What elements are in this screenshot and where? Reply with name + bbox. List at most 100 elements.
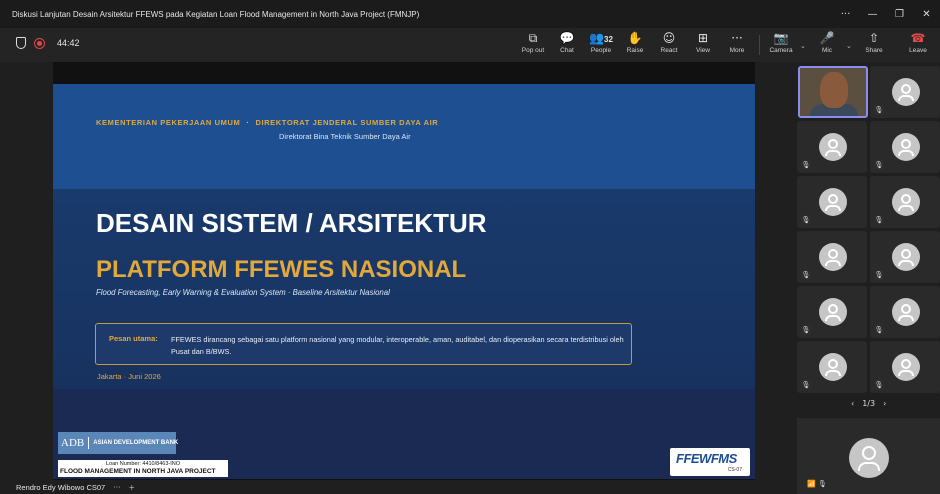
toolbar-divider: [759, 35, 760, 55]
mic-off-icon: 🎙: [801, 380, 811, 390]
add-icon[interactable]: +: [129, 483, 135, 492]
mic-off-icon: 🎙: [817, 480, 827, 488]
camera-button[interactable]: 📷 Camera: [764, 30, 798, 60]
mic-off-icon: 🎙: [801, 215, 811, 225]
avatar-icon: [819, 243, 847, 271]
logo-text: FFEWFMS: [676, 451, 737, 466]
shared-content: KEMENTERIAN PEKERJAAN UMUM · DIREKTORAT JE…: [53, 62, 755, 480]
participant-tile[interactable]: 🎙: [870, 66, 940, 118]
mic-button[interactable]: 🎤 Mic: [810, 30, 844, 60]
logo-subtext: CS-07: [727, 467, 742, 473]
signal-glyph: 📶: [807, 480, 816, 488]
meeting-timer: 44:42: [57, 38, 80, 48]
participant-tile[interactable]: 🎙: [797, 231, 867, 283]
popout-icon: ⧉: [528, 31, 538, 45]
mic-off-icon: 🎙: [874, 380, 884, 390]
avatar-icon: [892, 78, 920, 106]
presentation-slide: KEMENTERIAN PEKERJAAN UMUM · DIREKTORAT JE…: [53, 84, 755, 479]
presenter-options-icon[interactable]: ···: [113, 483, 120, 492]
more-label: More: [729, 47, 745, 54]
mic-off-icon: 🎙: [874, 160, 884, 170]
react-label: React: [660, 47, 678, 54]
adb-logo: ADB ASIAN DEVELOPMENT BANK: [58, 432, 179, 454]
participant-tile[interactable]: 🎙: [797, 286, 867, 338]
meeting-title: Diskusi Lanjutan Desain Arsitektur FFEWS…: [12, 9, 420, 19]
window-controls: ··· — ❐ ✕: [832, 0, 940, 28]
close-button[interactable]: ✕: [913, 9, 940, 20]
popout-button[interactable]: ⧉ Pop out: [516, 30, 550, 60]
participant-tile[interactable]: 🎙: [797, 121, 867, 173]
place-date: Jakarta · Juni 2026: [97, 372, 161, 381]
restore-button[interactable]: ❐: [886, 9, 913, 20]
people-icon: 👥32: [589, 30, 613, 47]
mic-off-icon: 🎙: [801, 325, 811, 335]
participant-tile-video[interactable]: [798, 66, 868, 118]
share-label: Share: [865, 47, 883, 54]
smile-icon: ☺: [662, 31, 676, 45]
view-button[interactable]: ⊞ View: [686, 30, 720, 60]
project-name: FLOOD MANAGEMENT IN NORTH JAVA PROJECT: [60, 468, 216, 475]
mic-off-icon: 🎙: [874, 325, 884, 335]
leave-label: Leave: [909, 47, 927, 54]
participant-tile[interactable]: 🎙: [870, 121, 940, 173]
people-count: 32: [604, 35, 613, 44]
signal-icon: 📶 🎙: [807, 480, 827, 488]
leave-button[interactable]: ☎ Leave: [901, 30, 935, 60]
participant-tile[interactable]: 🎙: [870, 286, 940, 338]
more-options-icon[interactable]: ···: [832, 9, 859, 20]
participant-face: [820, 72, 848, 108]
gallery-pager: ‹ 1/3 ›: [847, 399, 890, 408]
participant-tile[interactable]: 🎙: [797, 341, 867, 393]
participant-tile[interactable]: 🎙: [870, 231, 940, 283]
people-label: People: [590, 47, 612, 54]
adb-name: ASIAN DEVELOPMENT BANK: [93, 440, 179, 446]
view-label: View: [696, 47, 710, 54]
share-button[interactable]: ⇧ Share: [857, 30, 891, 60]
popout-label: Pop out: [521, 47, 545, 54]
avatar-icon: [819, 133, 847, 161]
avatar-icon: [892, 133, 920, 161]
mic-off-icon: 🎙: [874, 215, 884, 225]
react-button[interactable]: ☺ React: [652, 30, 686, 60]
avatar-icon: [819, 298, 847, 326]
self-preview-tile[interactable]: 📶 🎙: [797, 418, 940, 494]
ministry-separator: ·: [246, 118, 250, 127]
camera-options-chevron-icon[interactable]: ⌄: [800, 42, 806, 50]
people-button[interactable]: 👥32 People: [584, 30, 618, 60]
avatar-icon: [819, 188, 847, 216]
page-indicator: 1/3: [862, 399, 876, 408]
loan-box: Loan Number: 4410/8463-INO FLOOD MANAGEM…: [58, 460, 228, 477]
mic-off-icon: 🎙: [874, 105, 884, 115]
ffewfms-logo: FFEWFMS CS-07: [670, 448, 750, 476]
avatar-icon: [892, 353, 920, 381]
adb-mark: ADB: [58, 437, 90, 449]
raise-label: Raise: [626, 47, 644, 54]
more-button[interactable]: ··· More: [720, 30, 754, 60]
hang-up-icon: ☎: [910, 31, 926, 45]
raise-hand-button[interactable]: ✋ Raise: [618, 30, 652, 60]
shield-icon[interactable]: [16, 37, 26, 49]
prev-page-chevron-icon[interactable]: ‹: [851, 399, 854, 408]
mic-off-icon: 🎙: [801, 160, 811, 170]
key-message-box: Pesan utama: FFEWES dirancang sebagai sa…: [95, 323, 632, 365]
participant-tile[interactable]: 🎙: [797, 176, 867, 228]
ministry-line: KEMENTERIAN PEKERJAAN UMUM · DIREKTORAT JE…: [96, 118, 438, 127]
sub-directorate: Direktorat Bina Teknik Sumber Daya Air: [279, 132, 411, 141]
avatar-icon: [892, 188, 920, 216]
loan-number: Loan Number: 4410/8463-INO: [106, 461, 180, 467]
camera-off-icon: 📷: [773, 31, 789, 45]
minimize-button[interactable]: —: [859, 9, 886, 20]
mic-options-chevron-icon[interactable]: ⌄: [846, 42, 852, 50]
mic-off-icon: 🎙: [801, 270, 811, 280]
participant-tile[interactable]: 🎙: [870, 341, 940, 393]
people-glyph: 👥: [589, 31, 605, 45]
chat-button[interactable]: 💬 Chat: [550, 30, 584, 60]
ministry-name: KEMENTERIAN PEKERJAAN UMUM: [96, 118, 241, 127]
next-page-chevron-icon[interactable]: ›: [883, 399, 886, 408]
slide-subtitle: PLATFORM FFEWES NASIONAL: [96, 256, 467, 283]
camera-label: Camera: [769, 47, 793, 54]
mic-off-icon: 🎙: [874, 270, 884, 280]
participant-tile[interactable]: 🎙: [870, 176, 940, 228]
mic-off-icon: 🎤: [819, 31, 835, 45]
participant-gallery: 🎙 🎙 🎙 🎙 🎙 🎙 🎙 🎙 🎙 🎙 🎙 ‹ 1/3 › 📶 🎙: [797, 62, 940, 494]
